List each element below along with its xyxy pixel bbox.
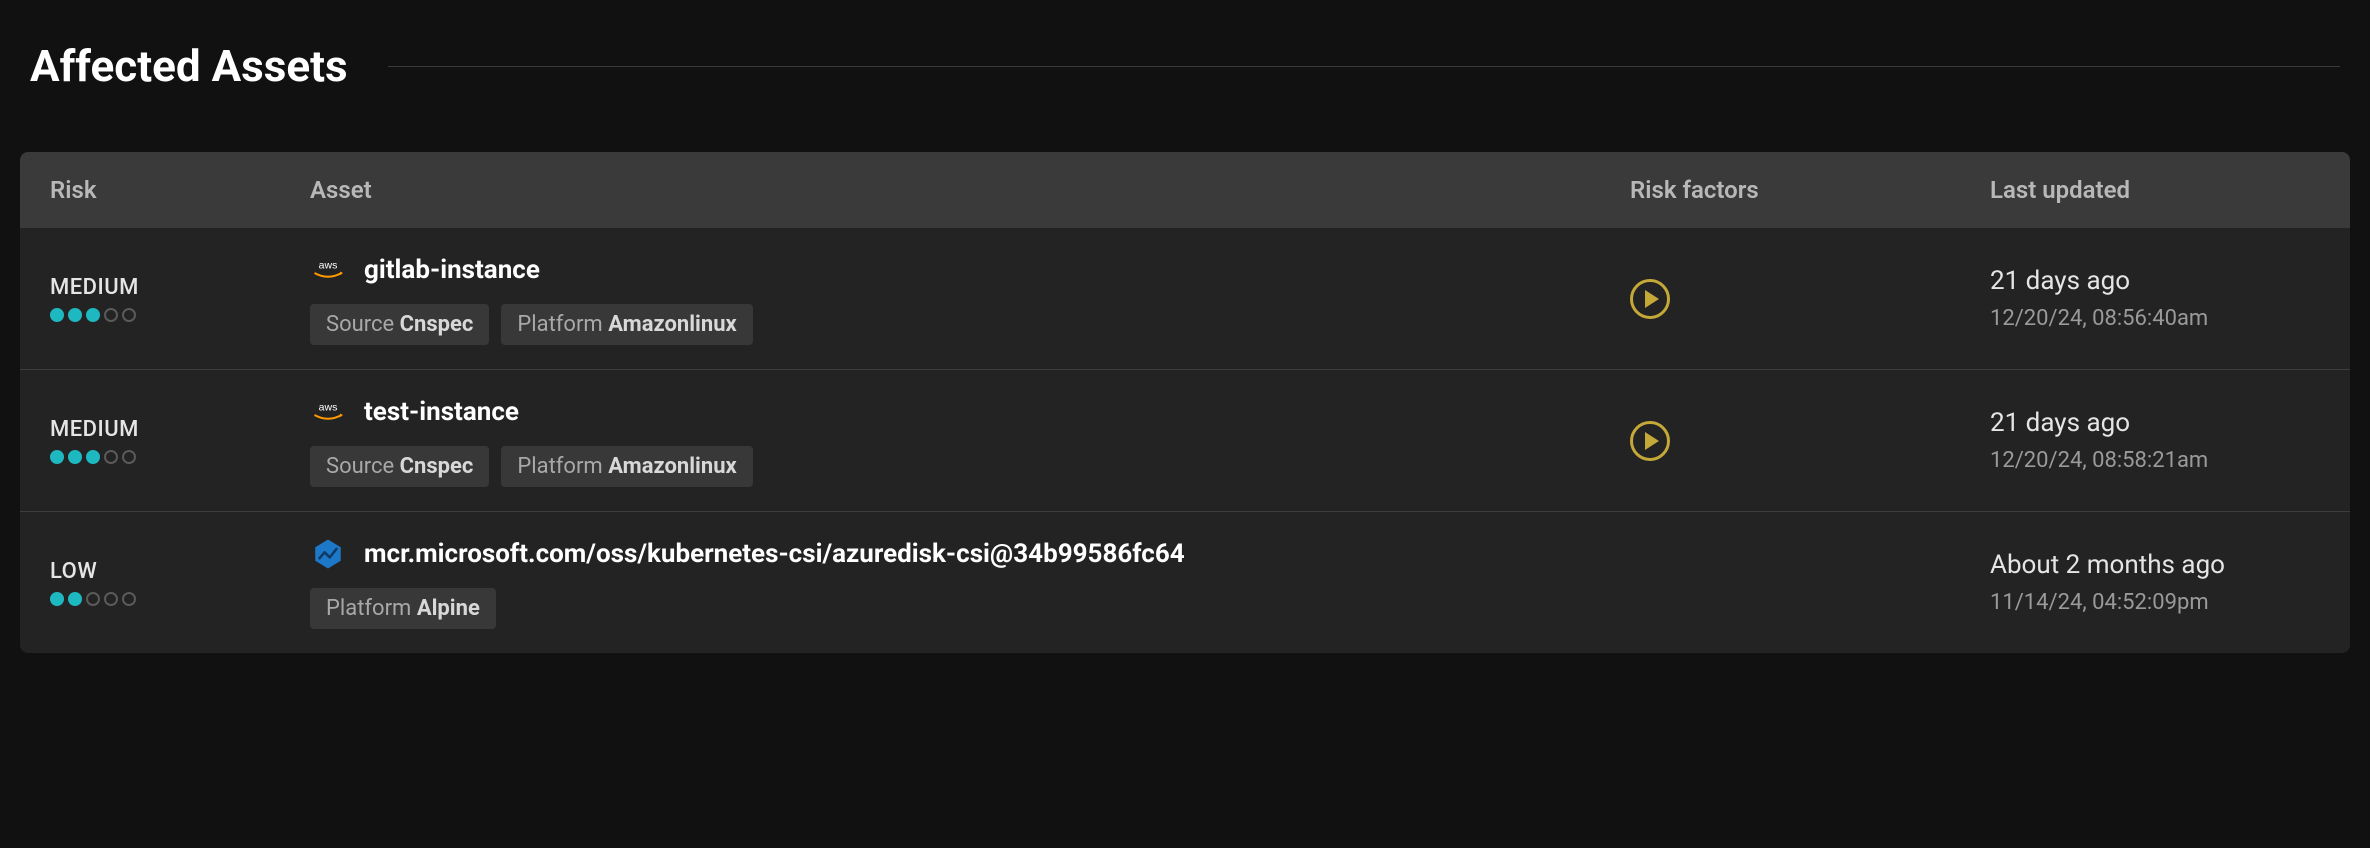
risk-label: MEDIUM [50,275,310,300]
risk-dot [122,592,136,606]
aws-icon: aws [310,252,346,288]
aws-icon: aws [310,394,346,430]
risk-dot [104,592,118,606]
updated-relative: About 2 months ago [1990,550,2320,580]
updated-relative: 21 days ago [1990,266,2320,296]
table-header-row: Risk Asset Risk factors Last updated [20,152,2350,228]
page-title: Affected Assets [30,40,348,92]
cell-updated: 21 days ago 12/20/24, 08:58:21am [1990,408,2320,473]
th-risk[interactable]: Risk [50,176,310,204]
risk-dot [86,450,100,464]
risk-label: LOW [50,559,310,584]
play-button[interactable] [1630,421,1670,461]
th-factors[interactable]: Risk factors [1630,176,1990,204]
risk-dot [68,450,82,464]
updated-absolute: 12/20/24, 08:58:21am [1990,448,2320,473]
risk-dots [50,308,310,322]
asset-name[interactable]: test-instance [364,397,519,427]
hex-icon [310,536,346,572]
play-icon [1645,432,1659,450]
risk-dots [50,592,310,606]
play-icon [1645,290,1659,308]
asset-tag: Platform Alpine [310,588,496,629]
risk-dot [122,308,136,322]
risk-label: MEDIUM [50,417,310,442]
cell-updated: 21 days ago 12/20/24, 08:56:40am [1990,266,2320,331]
asset-tags: Platform Alpine [310,588,1630,629]
updated-absolute: 12/20/24, 08:56:40am [1990,306,2320,331]
updated-relative: 21 days ago [1990,408,2320,438]
svg-text:aws: aws [319,260,338,272]
asset-name[interactable]: gitlab-instance [364,255,540,285]
cell-updated: About 2 months ago 11/14/24, 04:52:09pm [1990,550,2320,615]
risk-dot [68,592,82,606]
cell-risk-factors [1630,279,1990,319]
asset-tags: Source Cnspec Platform Amazonlinux [310,446,1630,487]
risk-dot [104,308,118,322]
cell-risk: MEDIUM [50,417,310,464]
play-button[interactable] [1630,279,1670,319]
svg-text:aws: aws [319,402,338,414]
risk-dot [104,450,118,464]
cell-asset: mcr.microsoft.com/oss/kubernetes-csi/azu… [310,536,1630,629]
asset-tags: Source Cnspec Platform Amazonlinux [310,304,1630,345]
risk-dot [86,592,100,606]
th-asset[interactable]: Asset [310,176,1630,204]
cell-risk: MEDIUM [50,275,310,322]
risk-dot [122,450,136,464]
cell-asset: aws test-instance Source Cnspec Platform … [310,394,1630,487]
risk-dot [50,308,64,322]
divider [388,66,2340,67]
updated-absolute: 11/14/24, 04:52:09pm [1990,590,2320,615]
risk-dot [50,450,64,464]
risk-dot [86,308,100,322]
cell-risk: LOW [50,559,310,606]
cell-asset: aws gitlab-instance Source Cnspec Platfor… [310,252,1630,345]
asset-tag: Source Cnspec [310,304,489,345]
affected-assets-table: Risk Asset Risk factors Last updated MED… [20,152,2350,653]
asset-tag: Source Cnspec [310,446,489,487]
cell-risk-factors [1630,421,1990,461]
risk-dots [50,450,310,464]
risk-dot [50,592,64,606]
table-row[interactable]: MEDIUM aws gitlab-instance Source Cnspec… [20,228,2350,369]
asset-tag: Platform Amazonlinux [501,446,752,487]
section-header: Affected Assets [20,20,2350,92]
risk-dot [68,308,82,322]
table-row[interactable]: LOW mcr.microsoft.com/oss/kubernetes-csi… [20,511,2350,653]
th-updated[interactable]: Last updated [1990,176,2320,204]
asset-name[interactable]: mcr.microsoft.com/oss/kubernetes-csi/azu… [364,539,1185,569]
table-row[interactable]: MEDIUM aws test-instance Source Cnspec Pl… [20,369,2350,511]
asset-tag: Platform Amazonlinux [501,304,752,345]
